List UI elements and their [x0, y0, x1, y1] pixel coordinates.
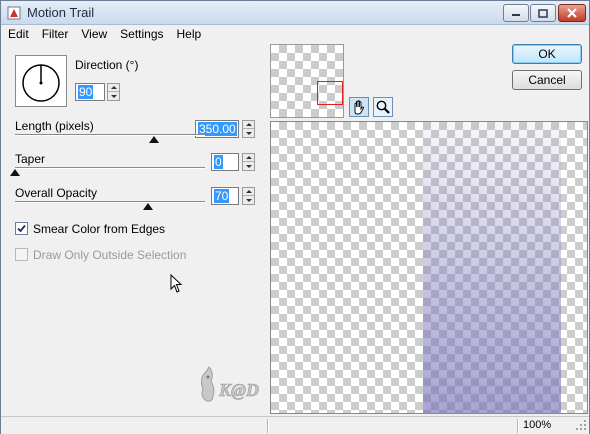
motion-trail-dialog: Motion Trail Edit Filter View Settings H… — [0, 0, 590, 434]
mouse-cursor-icon — [170, 274, 183, 293]
preview-canvas[interactable] — [270, 121, 588, 414]
opacity-input[interactable]: 70 — [211, 187, 239, 205]
taper-slider-thumb[interactable] — [10, 169, 20, 176]
direction-spinner[interactable] — [107, 83, 120, 101]
length-slider-thumb[interactable] — [148, 136, 159, 143]
close-icon — [567, 8, 577, 18]
app-icon — [7, 6, 21, 20]
opacity-slider-thumb[interactable] — [143, 203, 153, 210]
spin-down-icon[interactable] — [108, 92, 119, 100]
zoom-tool-button[interactable] — [373, 97, 393, 117]
spin-up-icon[interactable] — [243, 154, 254, 162]
hand-icon — [354, 100, 364, 115]
magnifier-icon — [376, 100, 390, 114]
outside-selection-label: Draw Only Outside Selection — [33, 248, 187, 262]
spin-up-icon[interactable] — [243, 121, 254, 129]
checkmark-icon — [17, 224, 26, 233]
spin-down-icon[interactable] — [243, 196, 254, 204]
taper-spinner[interactable] — [242, 153, 255, 171]
title-bar: Motion Trail — [1, 1, 589, 25]
cancel-button[interactable]: Cancel — [512, 70, 582, 90]
close-button[interactable] — [558, 4, 586, 22]
zoom-level: 100% — [523, 419, 552, 431]
smear-checkbox[interactable] — [15, 222, 28, 235]
spin-up-icon[interactable] — [243, 188, 254, 196]
smear-label[interactable]: Smear Color from Edges — [33, 222, 165, 236]
logo-text: K@D — [218, 380, 259, 400]
length-slider-track[interactable] — [15, 134, 205, 136]
navigator-viewport-rect[interactable] — [317, 81, 343, 105]
taper-slider-track[interactable] — [15, 167, 205, 169]
spin-up-icon[interactable] — [108, 84, 119, 92]
menu-help[interactable]: Help — [171, 25, 208, 43]
taper-label: Taper — [15, 152, 46, 166]
length-label: Length (pixels) — [15, 119, 94, 133]
resize-grip-icon[interactable] — [575, 419, 587, 431]
taper-input[interactable]: 0 — [211, 153, 239, 171]
direction-value: 90 — [78, 85, 94, 99]
opacity-spinner[interactable] — [242, 187, 255, 205]
direction-input[interactable]: 90 — [75, 83, 105, 101]
outside-selection-checkbox — [15, 248, 28, 261]
opacity-value: 70 — [214, 189, 230, 203]
direction-dial-graphic — [22, 64, 60, 102]
direction-dial[interactable] — [15, 55, 67, 107]
taper-value: 0 — [214, 155, 223, 169]
menu-bar: Edit Filter View Settings Help — [1, 25, 589, 43]
menu-settings[interactable]: Settings — [114, 25, 169, 43]
opacity-label: Overall Opacity — [15, 186, 98, 200]
ok-button[interactable]: OK — [512, 44, 582, 64]
window-title: Motion Trail — [27, 5, 95, 20]
opacity-slider-track[interactable] — [15, 201, 205, 203]
pan-tool-button[interactable] — [349, 97, 369, 117]
menu-filter[interactable]: Filter — [36, 25, 75, 43]
direction-label: Direction (°) — [75, 58, 139, 72]
status-bar: 100% — [1, 416, 589, 434]
menu-edit[interactable]: Edit — [2, 25, 35, 43]
kad-logo: K@D — [201, 366, 259, 402]
menu-view[interactable]: View — [75, 25, 113, 43]
spin-down-icon[interactable] — [243, 162, 254, 170]
status-divider — [517, 419, 519, 433]
motion-trail-smear — [423, 122, 561, 413]
status-divider — [267, 419, 269, 433]
maximize-icon — [538, 8, 548, 18]
spin-down-icon[interactable] — [243, 129, 254, 137]
minimize-icon — [512, 14, 520, 16]
length-spinner[interactable] — [242, 120, 255, 138]
maximize-button[interactable] — [530, 4, 556, 22]
minimize-button[interactable] — [503, 4, 529, 22]
